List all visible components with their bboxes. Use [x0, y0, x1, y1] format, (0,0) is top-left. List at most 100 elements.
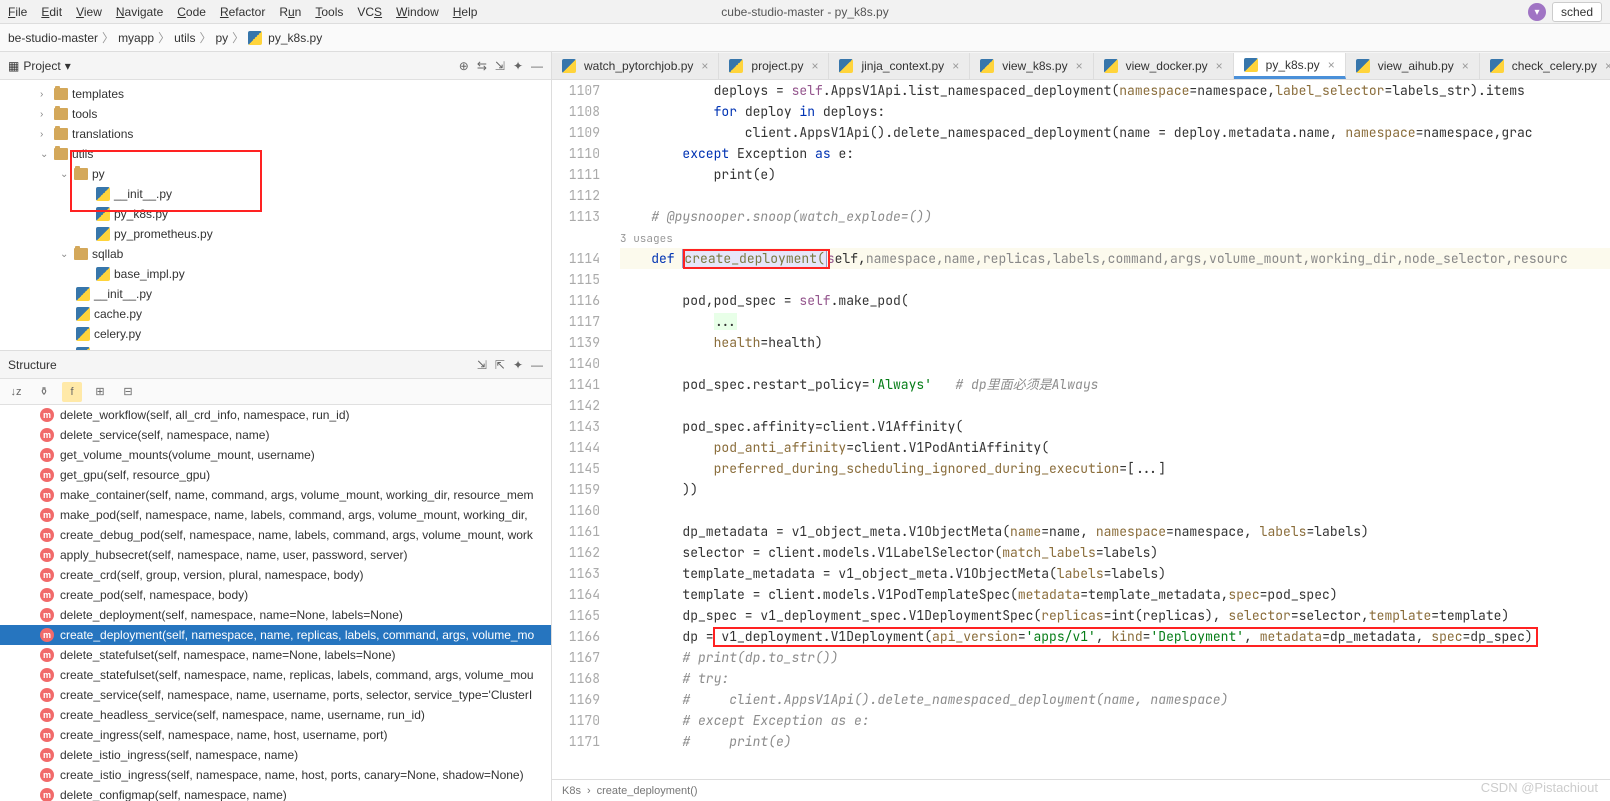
- close-icon[interactable]: ×: [1216, 59, 1223, 73]
- menu-vcs[interactable]: VCS: [357, 5, 382, 19]
- tab-view_aihub-py[interactable]: view_aihub.py×: [1346, 53, 1480, 79]
- expand-icon[interactable]: ⇱: [495, 358, 505, 372]
- close-icon[interactable]: ×: [1076, 59, 1083, 73]
- structure-item[interactable]: mcreate_debug_pod(self, namespace, name,…: [0, 525, 551, 545]
- crumb-3[interactable]: py: [215, 31, 228, 45]
- dropdown-icon[interactable]: ▾: [65, 59, 71, 73]
- menu-file[interactable]: File: [8, 5, 27, 19]
- structure-list[interactable]: mdelete_workflow(self, all_crd_info, nam…: [0, 405, 551, 801]
- menu-navigate[interactable]: Navigate: [116, 5, 163, 19]
- method-icon: m: [40, 408, 54, 422]
- tab-watch_pytorchjob-py[interactable]: watch_pytorchjob.py×: [552, 53, 719, 79]
- sort-icon[interactable]: ↓z: [6, 382, 26, 402]
- tree-core[interactable]: core.py: [0, 344, 551, 350]
- method-icon: m: [40, 468, 54, 482]
- close-icon[interactable]: ×: [952, 59, 959, 73]
- window-title: cube-studio-master - py_k8s.py: [721, 5, 888, 19]
- filter-fields-icon[interactable]: f: [62, 382, 82, 402]
- structure-item[interactable]: mdelete_workflow(self, all_crd_info, nam…: [0, 405, 551, 425]
- structure-item[interactable]: mcreate_istio_ingress(self, namespace, n…: [0, 765, 551, 785]
- structure-item[interactable]: mcreate_statefulset(self, namespace, nam…: [0, 665, 551, 685]
- menu-tools[interactable]: Tools: [315, 5, 343, 19]
- tree-translations[interactable]: ›translations: [0, 124, 551, 144]
- tree-celery[interactable]: celery.py: [0, 324, 551, 344]
- structure-item[interactable]: mget_volume_mounts(volume_mount, usernam…: [0, 445, 551, 465]
- tab-project-py[interactable]: project.py×: [719, 53, 829, 79]
- project-title[interactable]: Project: [23, 59, 60, 73]
- close-icon[interactable]: ×: [811, 59, 818, 73]
- structure-item[interactable]: mmake_pod(self, namespace, name, labels,…: [0, 505, 551, 525]
- settings-icon[interactable]: ✦: [513, 358, 523, 372]
- menu-refactor[interactable]: Refactor: [220, 5, 265, 19]
- tab-view_docker-py[interactable]: view_docker.py×: [1094, 53, 1234, 79]
- close-icon[interactable]: ×: [1605, 59, 1610, 73]
- tree-py[interactable]: ⌄py: [0, 164, 551, 184]
- select-opened-icon[interactable]: ⊕: [459, 59, 469, 73]
- collapse-all-icon[interactable]: ⊟: [118, 382, 138, 402]
- menu-view[interactable]: View: [76, 5, 102, 19]
- crumb-1[interactable]: myapp: [118, 31, 154, 45]
- structure-item[interactable]: mcreate_pod(self, namespace, body): [0, 585, 551, 605]
- tree-baseimpl[interactable]: base_impl.py: [0, 264, 551, 284]
- close-icon[interactable]: ×: [1462, 59, 1469, 73]
- tree-init2[interactable]: __init__.py: [0, 284, 551, 304]
- crumb-2[interactable]: utils: [174, 31, 195, 45]
- structure-item[interactable]: mget_gpu(self, resource_gpu): [0, 465, 551, 485]
- structure-item[interactable]: mapply_hubsecret(self, namespace, name, …: [0, 545, 551, 565]
- close-icon[interactable]: ×: [1328, 58, 1335, 72]
- structure-item[interactable]: mmake_container(self, name, command, arg…: [0, 485, 551, 505]
- structure-item[interactable]: mdelete_service(self, namespace, name): [0, 425, 551, 445]
- tree-pyprom[interactable]: py_prometheus.py: [0, 224, 551, 244]
- tab-py_k8s-py[interactable]: py_k8s.py×: [1234, 53, 1346, 79]
- tree-sqllab[interactable]: ⌄sqllab: [0, 244, 551, 264]
- code-editor[interactable]: 1107110811091110111111121113111411151116…: [552, 80, 1610, 779]
- collapse-icon[interactable]: ⇲: [495, 59, 505, 73]
- tab-check_celery-py[interactable]: check_celery.py×: [1480, 53, 1610, 79]
- menu-edit[interactable]: Edit: [41, 5, 62, 19]
- menu-code[interactable]: Code: [177, 5, 206, 19]
- python-file-icon: [839, 59, 853, 73]
- structure-item[interactable]: mcreate_deployment(self, namespace, name…: [0, 625, 551, 645]
- breadcrumb: be-studio-master〉 myapp〉 utils〉 py〉 py_k…: [0, 24, 1610, 52]
- python-file-icon: [562, 59, 576, 73]
- structure-title[interactable]: Structure: [8, 358, 57, 372]
- user-avatar-icon[interactable]: ▾: [1528, 3, 1546, 21]
- project-tree[interactable]: ›templates ›tools ›translations ⌄utils ⌄…: [0, 80, 551, 350]
- tree-init[interactable]: __init__.py: [0, 184, 551, 204]
- expand-icon[interactable]: ⇆: [477, 59, 487, 73]
- expand-all-icon[interactable]: ⊞: [90, 382, 110, 402]
- method-icon: m: [40, 688, 54, 702]
- tree-pyk8s[interactable]: py_k8s.py: [0, 204, 551, 224]
- settings-icon[interactable]: ✦: [513, 59, 523, 73]
- tab-jinja_context-py[interactable]: jinja_context.py×: [829, 53, 970, 79]
- tree-tools[interactable]: ›tools: [0, 104, 551, 124]
- python-file-icon: [248, 31, 262, 45]
- tab-view_k8s-py[interactable]: view_k8s.py×: [970, 53, 1093, 79]
- tree-templates[interactable]: ›templates: [0, 84, 551, 104]
- menu-window[interactable]: Window: [396, 5, 439, 19]
- filter-icon[interactable]: ⚱: [34, 382, 54, 402]
- sched-button[interactable]: sched: [1552, 2, 1602, 22]
- structure-item[interactable]: mdelete_istio_ingress(self, namespace, n…: [0, 745, 551, 765]
- close-icon[interactable]: ×: [701, 59, 708, 73]
- crumb-class[interactable]: K8s: [562, 785, 581, 797]
- crumb-file[interactable]: py_k8s.py: [268, 31, 322, 45]
- structure-item[interactable]: mdelete_statefulset(self, namespace, nam…: [0, 645, 551, 665]
- tree-cache[interactable]: cache.py: [0, 304, 551, 324]
- method-icon: m: [40, 668, 54, 682]
- crumb-root[interactable]: be-studio-master: [8, 31, 98, 45]
- structure-item[interactable]: mcreate_headless_service(self, namespace…: [0, 705, 551, 725]
- structure-item[interactable]: mdelete_deployment(self, namespace, name…: [0, 605, 551, 625]
- code-area[interactable]: deploys = self.AppsV1Api.list_namespaced…: [612, 80, 1610, 779]
- structure-item[interactable]: mcreate_service(self, namespace, name, u…: [0, 685, 551, 705]
- hide-icon[interactable]: —: [531, 59, 543, 73]
- crumb-func[interactable]: create_deployment(): [597, 785, 698, 797]
- structure-item[interactable]: mdelete_configmap(self, namespace, name): [0, 785, 551, 801]
- menu-help[interactable]: Help: [453, 5, 478, 19]
- structure-item[interactable]: mcreate_ingress(self, namespace, name, h…: [0, 725, 551, 745]
- menu-run[interactable]: Run: [279, 5, 301, 19]
- hide-icon[interactable]: —: [531, 358, 543, 372]
- structure-item[interactable]: mcreate_crd(self, group, version, plural…: [0, 565, 551, 585]
- collapse-icon[interactable]: ⇲: [477, 358, 487, 372]
- tree-utils[interactable]: ⌄utils: [0, 144, 551, 164]
